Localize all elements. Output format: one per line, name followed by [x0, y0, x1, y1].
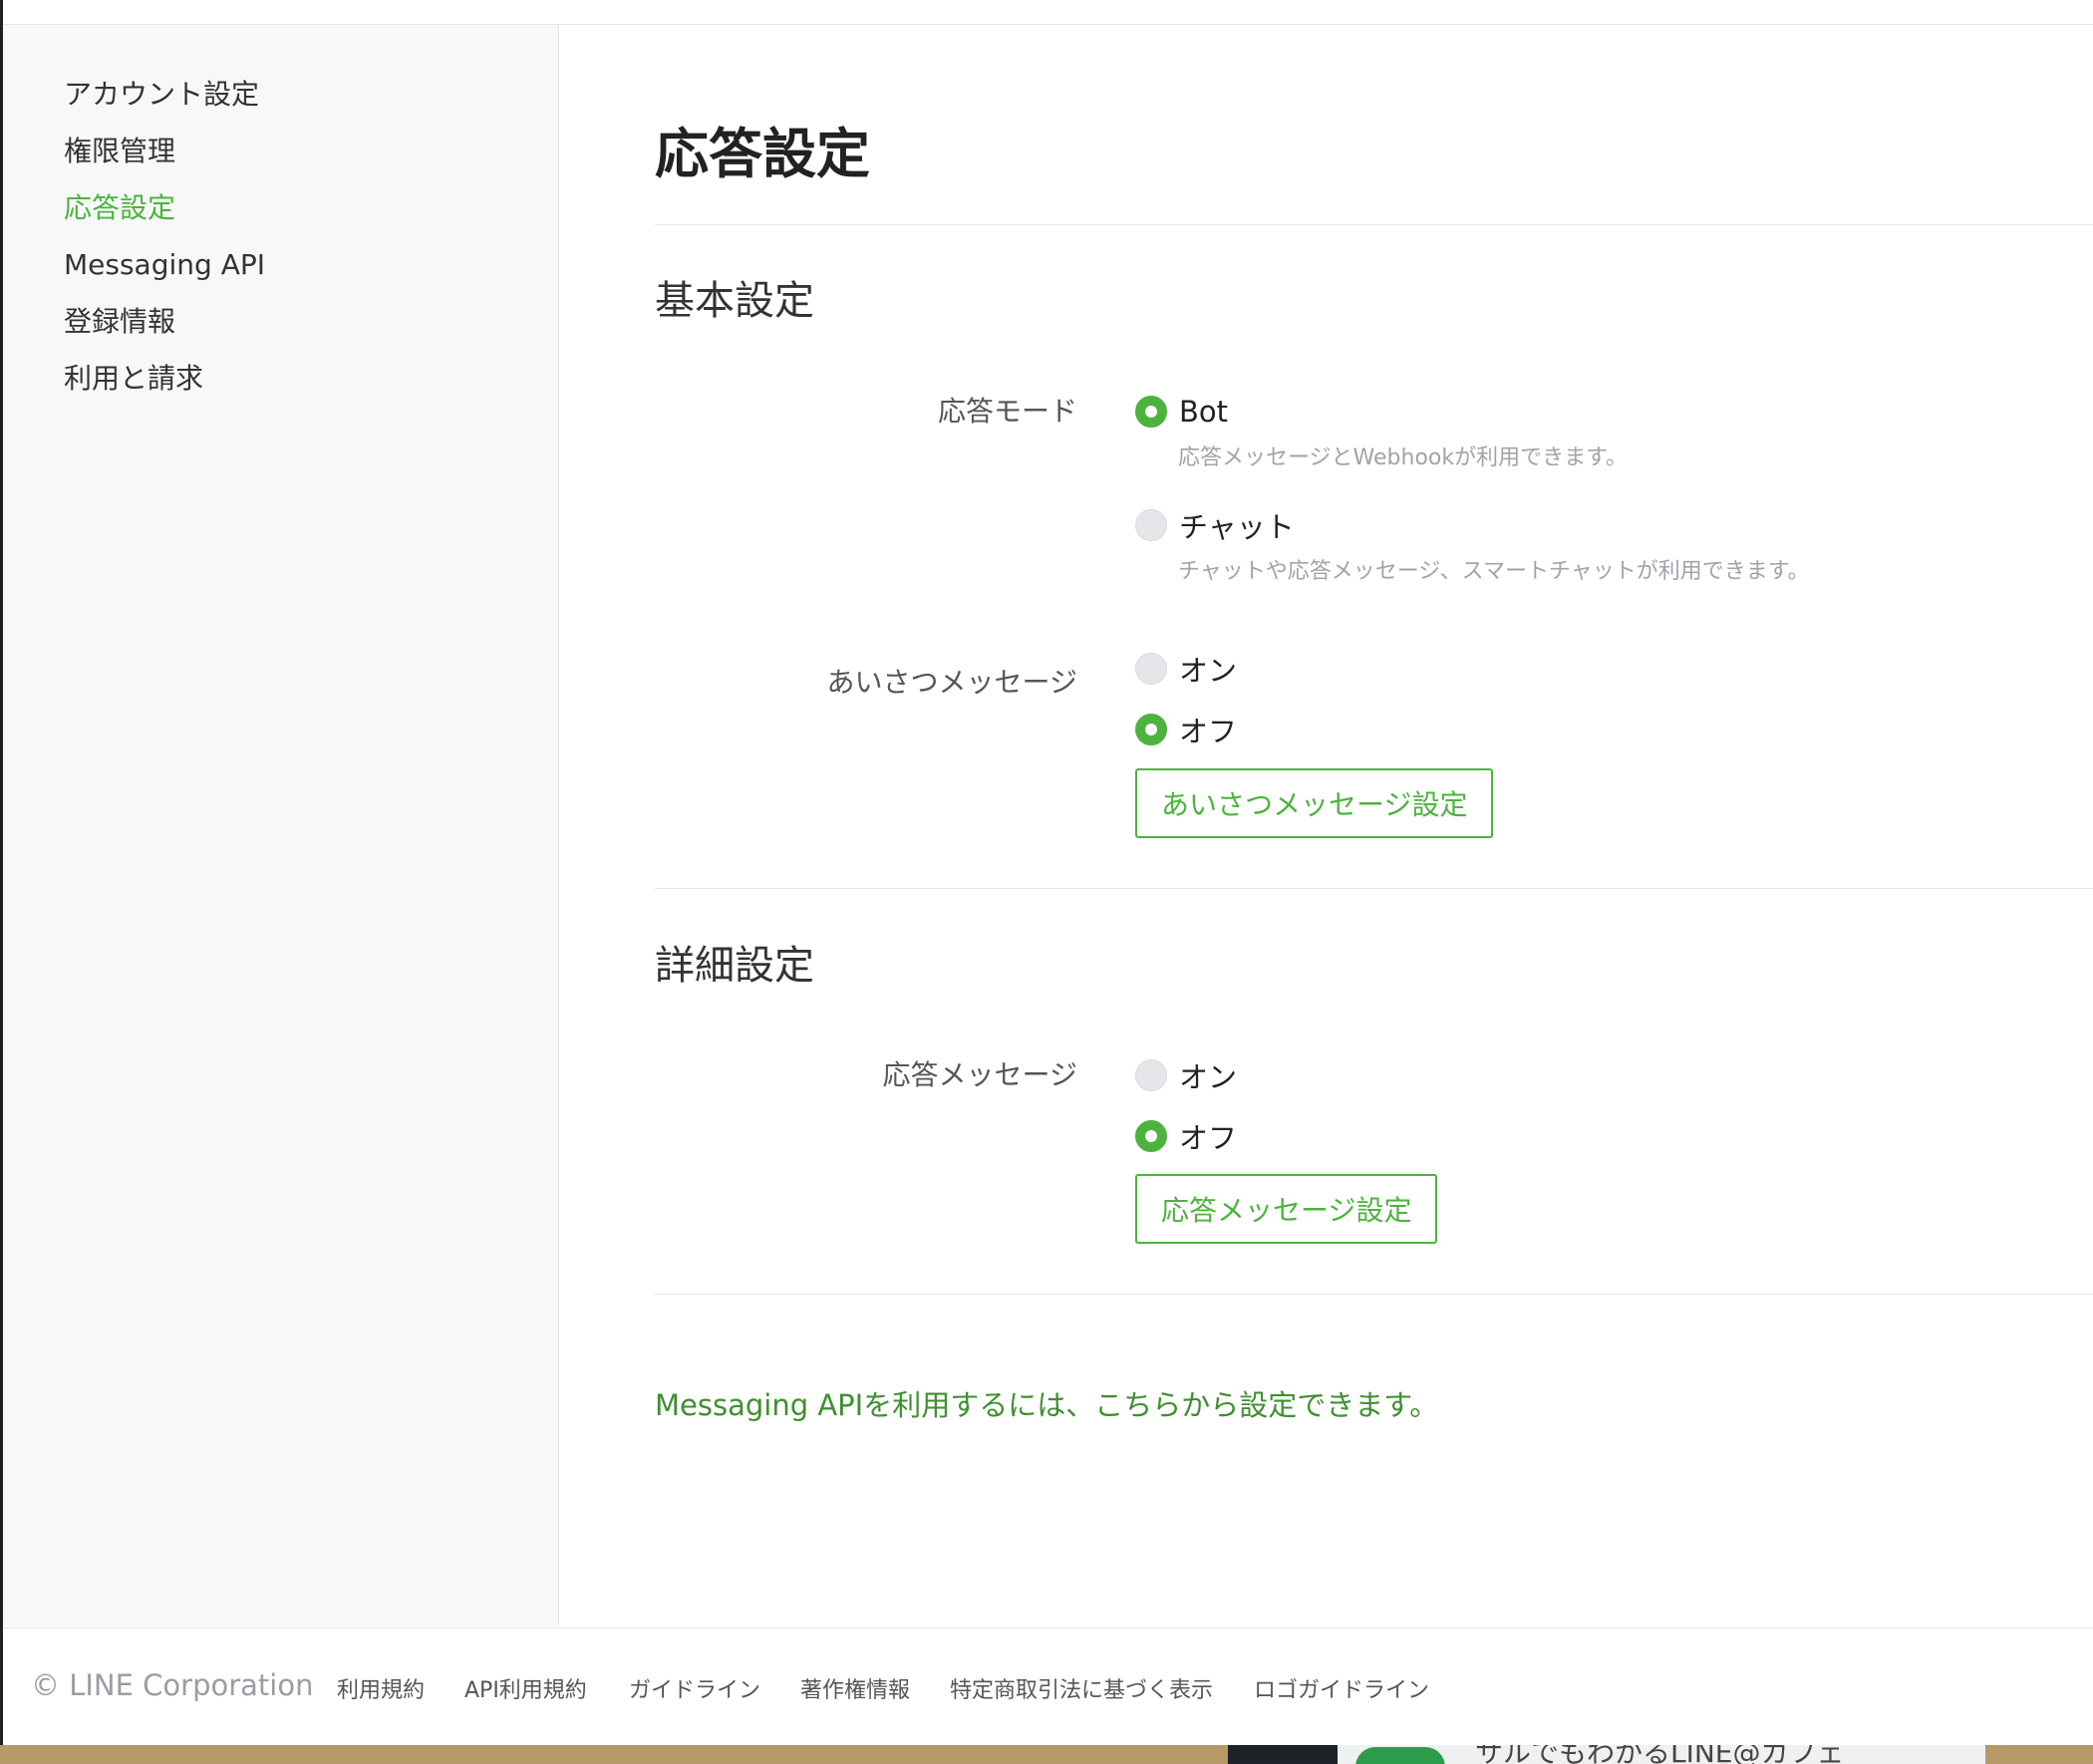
sidebar-item-response-settings[interactable]: 応答設定	[64, 188, 175, 228]
radio-label: Bot	[1179, 395, 1229, 429]
sidebar-item-permissions[interactable]: 権限管理	[64, 132, 175, 171]
auto-reply-label: 応答メッセージ	[882, 1058, 1077, 1091]
title-divider	[655, 224, 2093, 225]
copyright-text: © LINE Corporation	[31, 1668, 314, 1702]
auto-reply-on-option[interactable]: オン	[1135, 1055, 1237, 1095]
section-title-basic: 基本設定	[655, 278, 814, 324]
radio-label: チャット	[1179, 510, 1295, 544]
section-divider	[655, 888, 2093, 889]
radio-checked-icon	[1135, 396, 1167, 428]
response-mode-chat-option[interactable]: チャット	[1135, 505, 1295, 545]
radio-label: オン	[1179, 1060, 1238, 1094]
sidebar-item-account-settings[interactable]: アカウント設定	[64, 75, 259, 115]
section-divider	[655, 1294, 2093, 1295]
radio-label: オフ	[1179, 715, 1238, 748]
messaging-api-link[interactable]: Messaging APIを利用するには、こちらから設定できます。	[655, 1385, 1438, 1425]
sidebar: アカウント設定 権限管理 応答設定 Messaging API 登録情報 利用と…	[3, 25, 559, 1626]
main-content: 応答設定 基本設定 応答モード Bot 応答メッセージとWebhookが利用でき…	[559, 25, 2093, 1626]
radio-checked-icon	[1135, 714, 1167, 745]
radio-label: オン	[1179, 654, 1238, 688]
footer-link-logo-guidelines[interactable]: ロゴガイドライン	[1254, 1672, 1429, 1704]
radio-checked-icon	[1135, 1120, 1167, 1152]
background-window-strip: サルでもわかるLINE@カフェ	[0, 1745, 2093, 1764]
page-title: 応答設定	[655, 123, 870, 185]
footer-link-guidelines[interactable]: ガイドライン	[629, 1672, 760, 1704]
response-mode-bot-option[interactable]: Bot	[1135, 392, 1228, 432]
footer-link-api-terms[interactable]: API利用規約	[464, 1672, 587, 1704]
footer-link-commercial-transactions[interactable]: 特定商取引法に基づく表示	[950, 1672, 1213, 1704]
footer-link-terms[interactable]: 利用規約	[337, 1672, 425, 1704]
auto-reply-off-option[interactable]: オフ	[1135, 1116, 1237, 1156]
response-mode-label: 応答モード	[937, 395, 1077, 428]
greeting-off-option[interactable]: オフ	[1135, 710, 1237, 749]
radio-unchecked-icon	[1135, 509, 1167, 541]
background-window-dark-panel	[1228, 1745, 1338, 1764]
radio-label: オフ	[1179, 1121, 1238, 1155]
footer-link-copyright-info[interactable]: 著作権情報	[800, 1672, 910, 1704]
top-bar	[0, 0, 2093, 25]
radio-unchecked-icon	[1135, 1059, 1167, 1091]
auto-reply-settings-button[interactable]: 応答メッセージ設定	[1135, 1174, 1438, 1244]
radio-unchecked-icon	[1135, 653, 1167, 685]
bot-help-text: 応答メッセージとWebhookが利用できます。	[1178, 445, 1628, 470]
background-window-text: サルでもわかるLINE@カフェ	[1475, 1745, 1845, 1764]
section-title-detail: 詳細設定	[655, 943, 814, 989]
sidebar-item-usage-billing[interactable]: 利用と請求	[64, 359, 203, 399]
greeting-settings-button[interactable]: あいさつメッセージ設定	[1135, 768, 1494, 838]
avatar-icon	[1355, 1747, 1445, 1764]
sidebar-item-messaging-api[interactable]: Messaging API	[64, 245, 265, 285]
greeting-on-option[interactable]: オン	[1135, 649, 1237, 689]
chat-help-text: チャットや応答メッセージ、スマートチャットが利用できます。	[1178, 559, 1810, 584]
footer: © LINE Corporation 利用規約 API利用規約 ガイドライン 著…	[3, 1627, 2093, 1746]
sidebar-item-registration-info[interactable]: 登録情報	[64, 302, 175, 342]
greeting-label: あいさつメッセージ	[826, 666, 1077, 699]
